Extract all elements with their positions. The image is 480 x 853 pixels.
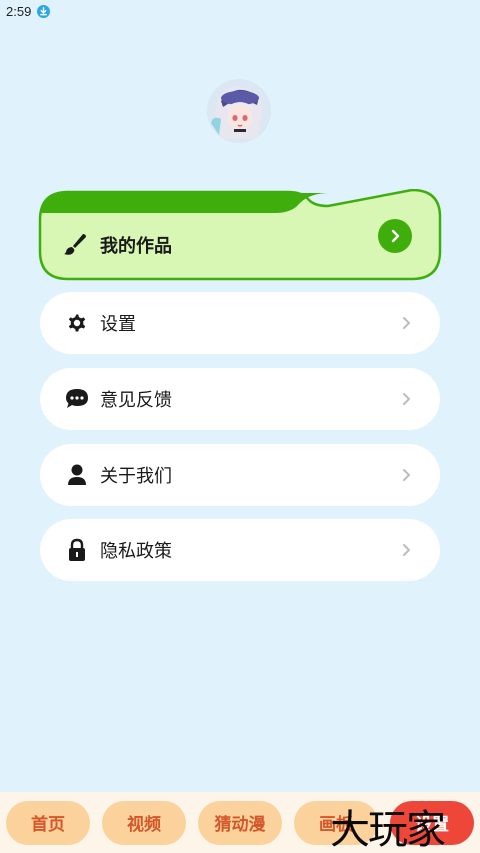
lock-icon	[64, 537, 90, 563]
watermark-text: 大玩家	[330, 806, 446, 853]
menu-item-feedback-label: 意见反馈	[100, 390, 172, 411]
status-time: 2:59	[6, 3, 32, 19]
my-works-card[interactable]: 我的作品	[38, 189, 442, 281]
menu-item-settings-label: 设置	[100, 314, 136, 335]
menu-item-about-us-label: 关于我们	[100, 466, 172, 487]
tab-home[interactable]: 首页	[6, 800, 90, 845]
chevron-right-icon	[403, 544, 410, 556]
menu-item-settings[interactable]: 设置	[40, 292, 440, 354]
menu-item-privacy-policy[interactable]: 隐私政策	[40, 519, 440, 581]
chat-bubble-icon	[64, 386, 90, 412]
tab-video[interactable]: 视频	[102, 800, 186, 845]
download-icon	[37, 4, 51, 18]
chevron-right-icon	[403, 317, 410, 329]
status-bar: 2:59	[0, 0, 480, 22]
avatar[interactable]	[207, 79, 271, 143]
menu-item-privacy-policy-label: 隐私政策	[100, 541, 172, 562]
chevron-right-icon	[403, 393, 410, 405]
menu-item-about-us[interactable]: 关于我们	[40, 444, 440, 506]
chevron-right-icon	[403, 469, 410, 481]
chevron-right-icon	[391, 229, 400, 243]
tab-guess-anime[interactable]: 猜动漫	[198, 800, 282, 845]
gear-icon	[64, 310, 90, 336]
my-works-label: 我的作品	[100, 236, 172, 257]
menu-item-feedback[interactable]: 意见反馈	[40, 368, 440, 430]
anime-avatar-icon	[207, 79, 271, 143]
brush-icon	[62, 231, 88, 257]
watermark: 大玩家	[330, 798, 480, 853]
person-icon	[64, 462, 90, 488]
my-works-arrow-button[interactable]	[378, 219, 412, 253]
